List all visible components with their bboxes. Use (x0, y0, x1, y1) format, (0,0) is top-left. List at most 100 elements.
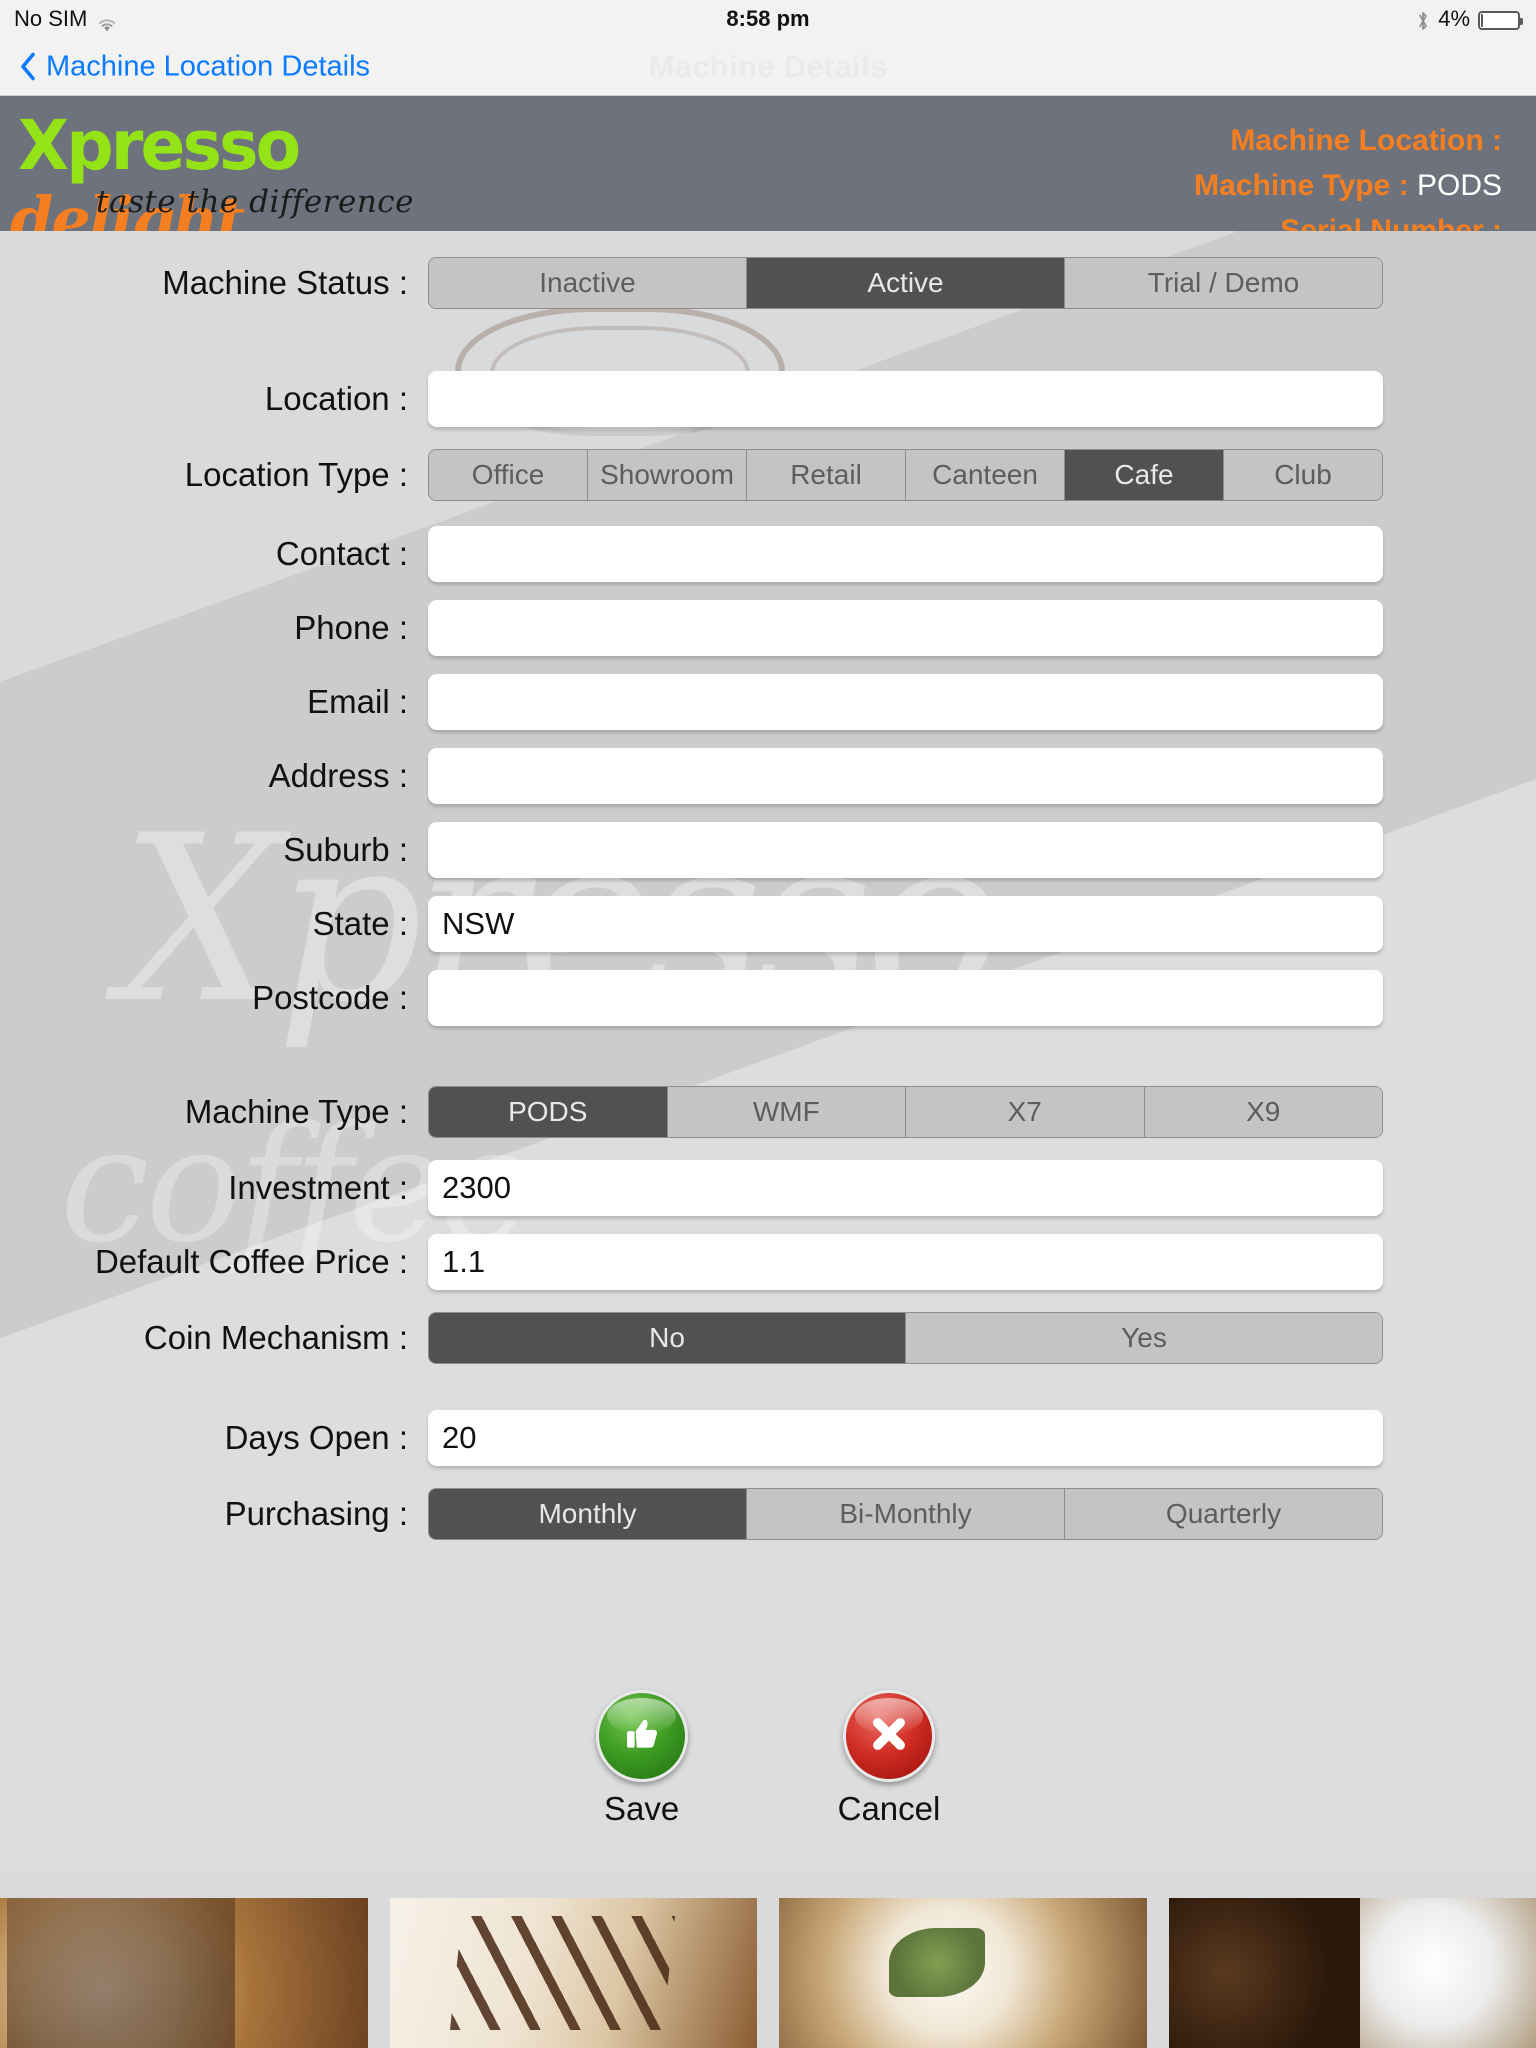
segment-purchasing-quarterly[interactable]: Quarterly (1065, 1489, 1382, 1539)
email-input[interactable] (428, 674, 1383, 730)
coin-mechanism-segmented-control[interactable]: No Yes (428, 1312, 1383, 1364)
phone-label: Phone : (294, 609, 408, 646)
segment-machine-type-wmf[interactable]: WMF (667, 1087, 906, 1137)
email-label: Email : (307, 683, 408, 720)
purchasing-label: Purchasing : (224, 1495, 408, 1532)
days-open-input[interactable] (428, 1410, 1383, 1466)
cancel-button-label: Cancel (837, 1790, 941, 1827)
photo-strip (0, 1898, 1536, 2048)
bluetooth-icon (1416, 10, 1430, 32)
row-postcode: Postcode : (0, 970, 1536, 1026)
machine-location-row: Machine Location : (1194, 118, 1502, 163)
row-coin-mechanism: Coin Mechanism : No Yes (0, 1312, 1536, 1364)
row-purchasing: Purchasing : Monthly Bi-Monthly Quarterl… (0, 1488, 1536, 1540)
postcode-input[interactable] (428, 970, 1383, 1026)
row-location-type: Location Type : Office Showroom Retail C… (0, 449, 1536, 501)
brand-header: Xpressodelight taste the difference Mach… (0, 96, 1536, 231)
postcode-label: Postcode : (252, 979, 408, 1016)
row-investment: Investment : (0, 1160, 1536, 1216)
x-circle-icon (864, 1709, 914, 1764)
location-label: Location : (264, 380, 408, 417)
suburb-label: Suburb : (283, 831, 408, 868)
logo-tagline: taste the difference (96, 184, 415, 220)
state-label: State : (312, 905, 408, 942)
serial-number-row: Serial Number : (1194, 208, 1502, 231)
segment-location-type-cafe[interactable]: Cafe (1065, 450, 1224, 500)
machine-type-segmented-control[interactable]: PODS WMF X7 X9 (428, 1086, 1383, 1138)
row-location: Location : (0, 371, 1536, 427)
machine-location-label: Machine Location : (1230, 124, 1502, 157)
cancel-button[interactable]: Cancel (837, 1690, 941, 1828)
status-bar-right: 4% (1416, 6, 1523, 32)
segment-location-type-retail[interactable]: Retail (747, 450, 906, 500)
contact-label: Contact : (275, 535, 408, 572)
state-input[interactable] (428, 896, 1383, 952)
serial-number-label: Serial Number : (1280, 214, 1502, 231)
row-phone: Phone : (0, 600, 1536, 656)
cappuccino-photo (779, 1898, 1147, 2048)
save-button[interactable]: Save (595, 1690, 688, 1828)
segment-machine-type-x9[interactable]: X9 (1144, 1087, 1382, 1137)
row-contact: Contact : (0, 526, 1536, 582)
segment-machine-status-active[interactable]: Active (747, 258, 1065, 308)
machine-details-form: Machine Status : Inactive Active Trial /… (0, 231, 1536, 1540)
row-email: Email : (0, 674, 1536, 730)
phone-input[interactable] (428, 600, 1383, 656)
segment-machine-status-trial-demo[interactable]: Trial / Demo (1065, 258, 1382, 308)
segment-coin-mechanism-yes[interactable]: Yes (906, 1313, 1382, 1363)
investment-input[interactable] (428, 1160, 1383, 1216)
latte-art-photo (0, 1898, 368, 2048)
segment-machine-type-x7[interactable]: X7 (906, 1087, 1145, 1137)
battery-percent-label: 4% (1438, 6, 1470, 31)
address-label: Address : (268, 757, 408, 794)
row-machine-type: Machine Type : PODS WMF X7 X9 (0, 1086, 1536, 1138)
location-input[interactable] (428, 371, 1383, 427)
coffee-beans-photo (1168, 1898, 1536, 2048)
segment-purchasing-bi-monthly[interactable]: Bi-Monthly (747, 1489, 1065, 1539)
segment-location-type-showroom[interactable]: Showroom (588, 450, 747, 500)
row-state: State : (0, 896, 1536, 952)
address-input[interactable] (428, 748, 1383, 804)
page-title: Machine Details (648, 48, 888, 84)
purchasing-segmented-control[interactable]: Monthly Bi-Monthly Quarterly (428, 1488, 1383, 1540)
save-button-label: Save (604, 1790, 680, 1827)
coin-mechanism-label: Coin Mechanism : (143, 1319, 408, 1356)
row-days-open: Days Open : (0, 1410, 1536, 1466)
segment-location-type-club[interactable]: Club (1224, 450, 1382, 500)
row-machine-status: Machine Status : Inactive Active Trial /… (0, 257, 1536, 309)
status-bar: No SIM 8:58 pm 4% (0, 0, 1536, 38)
segment-purchasing-monthly[interactable]: Monthly (429, 1489, 747, 1539)
header-meta-block: Machine Location : Machine Type : PODS S… (1194, 118, 1502, 231)
battery-icon (1478, 10, 1523, 30)
days-open-label: Days Open : (224, 1419, 408, 1456)
logo-primary-text: Xpresso (18, 106, 301, 186)
suburb-input[interactable] (428, 822, 1383, 878)
machine-type-label: Machine Type : (1194, 169, 1409, 202)
location-type-segmented-control[interactable]: Office Showroom Retail Canteen Cafe Club (428, 449, 1383, 501)
segment-machine-status-inactive[interactable]: Inactive (429, 258, 747, 308)
cancel-button-circle (842, 1690, 935, 1782)
machine-status-segmented-control[interactable]: Inactive Active Trial / Demo (428, 257, 1383, 309)
investment-label: Investment : (228, 1169, 408, 1206)
row-default-coffee-price: Default Coffee Price : (0, 1234, 1536, 1290)
machine-type-form-label: Machine Type : (184, 1093, 408, 1130)
contact-input[interactable] (428, 526, 1383, 582)
segment-machine-type-pods[interactable]: PODS (429, 1087, 668, 1137)
row-suburb: Suburb : (0, 822, 1536, 878)
segment-location-type-office[interactable]: Office (429, 450, 588, 500)
clock-label: 8:58 pm (726, 6, 810, 31)
action-button-bar: Save Cancel (0, 1690, 1536, 1828)
default-coffee-price-input[interactable] (428, 1234, 1383, 1290)
segment-location-type-canteen[interactable]: Canteen (906, 450, 1065, 500)
default-coffee-price-label: Default Coffee Price : (94, 1243, 408, 1280)
machine-type-value: PODS (1416, 169, 1502, 202)
segment-coin-mechanism-no[interactable]: No (429, 1313, 906, 1363)
machine-status-label: Machine Status : (162, 264, 408, 301)
row-address: Address : (0, 748, 1536, 804)
thumbs-up-icon (619, 1711, 665, 1762)
navigation-bar: Machine Location Details Machine Details (0, 38, 1536, 96)
location-type-label: Location Type : (184, 456, 408, 493)
save-button-circle (595, 1690, 688, 1782)
machine-type-row: Machine Type : PODS (1194, 163, 1502, 208)
brand-logo: Xpressodelight taste the difference (10, 106, 438, 232)
